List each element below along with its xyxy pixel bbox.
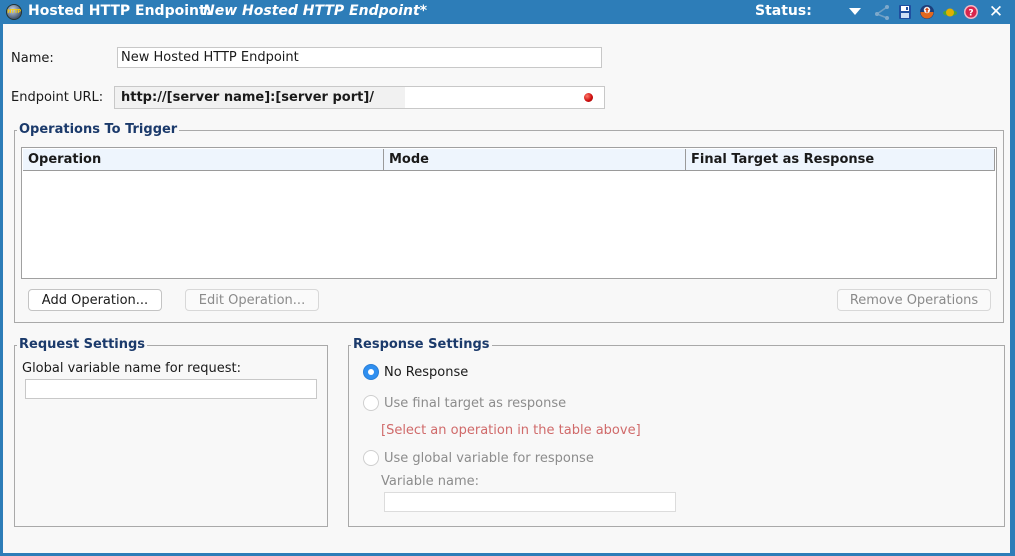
column-header-final-target[interactable]: Final Target as Response	[686, 149, 995, 171]
endpoint-url-label: Endpoint URL:	[11, 90, 104, 105]
operations-table-header: Operation Mode Final Target as Response	[23, 149, 995, 171]
deploy-icon[interactable]	[919, 4, 935, 20]
name-label: Name:	[11, 51, 54, 66]
title-bar: HTTP Hosted HTTP Endpoint: New Hosted HT…	[0, 0, 1015, 24]
add-operation-button[interactable]: Add Operation...	[28, 289, 162, 311]
request-settings-title: Request Settings	[17, 337, 148, 352]
no-response-label[interactable]: No Response	[384, 365, 468, 380]
window-title: Hosted HTTP Endpoint:	[28, 3, 212, 19]
help-icon[interactable]: ?	[963, 4, 979, 20]
final-target-response-label[interactable]: Use final target as response	[384, 396, 566, 411]
url-field-background	[405, 87, 604, 108]
dropdown-arrow-icon[interactable]	[849, 8, 861, 15]
global-variable-request-input[interactable]	[25, 379, 317, 399]
global-variable-response-radio[interactable]	[363, 450, 379, 466]
save-icon[interactable]	[897, 4, 913, 20]
close-icon[interactable]: ✕	[987, 2, 1005, 22]
global-variable-request-label: Global variable name for request:	[22, 361, 241, 376]
endpoint-window: HTTP Hosted HTTP Endpoint: New Hosted HT…	[0, 0, 1015, 556]
name-input[interactable]: New Hosted HTTP Endpoint	[117, 47, 602, 68]
url-status-icon	[584, 93, 593, 102]
http-app-icon: HTTP	[6, 4, 22, 20]
operations-table[interactable]: Operation Mode Final Target as Response	[21, 147, 997, 279]
endpoint-url-value: http://[server name]:[server port]/	[121, 90, 375, 105]
final-target-response-radio[interactable]	[363, 395, 379, 411]
select-operation-hint: [Select an operation in the table above]	[381, 423, 641, 438]
variable-name-input[interactable]	[384, 492, 676, 512]
variable-name-label: Variable name:	[381, 474, 480, 489]
endpoint-url-field: http://[server name]:[server port]/	[114, 86, 605, 109]
status-label: Status:	[755, 3, 812, 19]
edit-operation-button[interactable]: Edit Operation...	[185, 289, 319, 311]
status-indicator-icon	[943, 8, 957, 17]
connect-icon[interactable]	[874, 4, 890, 20]
svg-text:?: ?	[968, 9, 973, 19]
endpoint-editor-panel: Name: New Hosted HTTP Endpoint Endpoint …	[3, 24, 1010, 553]
response-settings-title: Response Settings	[351, 337, 492, 352]
column-header-operation[interactable]: Operation	[23, 149, 384, 171]
operations-group-title: Operations To Trigger	[17, 122, 180, 137]
column-header-mode[interactable]: Mode	[384, 149, 686, 171]
no-response-radio[interactable]	[363, 364, 379, 380]
endpoint-name-title: New Hosted HTTP Endpoint*	[203, 3, 428, 19]
global-variable-response-label[interactable]: Use global variable for response	[384, 451, 594, 466]
remove-operations-button[interactable]: Remove Operations	[837, 289, 991, 311]
